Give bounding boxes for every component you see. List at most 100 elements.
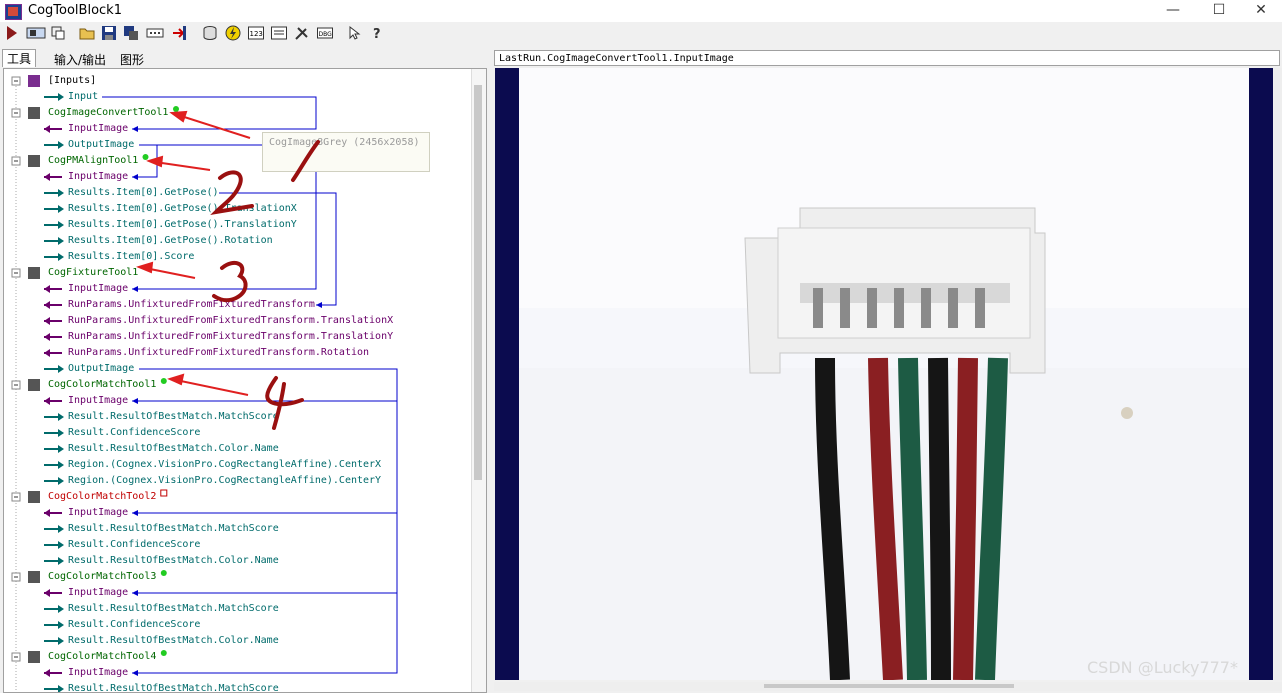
tree-input-terminal[interactable]: InputImage — [68, 393, 128, 409]
database-icon[interactable] — [202, 25, 218, 41]
svg-text:?: ? — [373, 27, 381, 41]
tree-scrollbar-thumb[interactable] — [474, 85, 482, 480]
tree-output-terminal[interactable]: Results.Item[0].Score — [68, 249, 194, 265]
tree-input-terminal[interactable]: RunParams.UnfixturedFromFixturedTransfor… — [68, 297, 315, 313]
tree-input-terminal[interactable]: InputImage — [68, 281, 128, 297]
tree-input-terminal[interactable]: RunParams.UnfixturedFromFixturedTransfor… — [68, 345, 369, 361]
tree-output-terminal[interactable]: Region.(Cognex.VisionPro.CogRectangleAff… — [68, 473, 381, 489]
tab-tools[interactable]: 工具 — [2, 49, 37, 67]
tree-inputs-node[interactable]: [Inputs] — [48, 73, 96, 89]
arrow-head-icon — [44, 509, 50, 517]
arrow-head-icon — [44, 285, 50, 293]
tree-output-terminal[interactable]: Result.ResultOfBestMatch.MatchScore — [68, 409, 279, 425]
show-icon[interactable] — [26, 25, 46, 41]
tab-graphics[interactable]: 图形 — [120, 51, 144, 68]
maximize-button[interactable]: ☐ — [1196, 0, 1242, 22]
tree-output-terminal[interactable]: Results.Item[0].GetPose().TranslationY — [68, 217, 297, 233]
tree-input-terminal[interactable]: RunParams.UnfixturedFromFixturedTransfor… — [68, 313, 393, 329]
arrow-head-icon — [58, 221, 64, 229]
status-ok-icon — [142, 154, 149, 160]
dots-icon[interactable] — [146, 25, 164, 41]
tree-output-terminal[interactable]: Result.ResultOfBestMatch.Color.Name — [68, 633, 279, 649]
tree-tool-node[interactable]: CogColorMatchTool2 — [48, 489, 156, 505]
tree-output-terminal[interactable]: OutputImage — [68, 137, 134, 153]
arrow-head-icon — [58, 525, 64, 533]
tree-output-terminal[interactable]: OutputImage — [68, 361, 134, 377]
run-icon[interactable] — [4, 25, 20, 41]
link-arrow-icon — [132, 398, 138, 404]
tree-tool-node[interactable]: CogColorMatchTool1 — [48, 377, 156, 393]
tree-tool-node[interactable]: CogPMAlignTool1 — [48, 153, 138, 169]
image-panel-header: LastRun.CogImageConvertTool1.InputImage — [494, 50, 1280, 66]
tree-output-terminal[interactable]: Result.ConfidenceScore — [68, 537, 200, 553]
save-as-icon[interactable] — [123, 25, 139, 41]
arrow-head-icon — [58, 621, 64, 629]
status-ok-icon — [160, 378, 167, 384]
lightning-icon[interactable] — [225, 25, 241, 41]
tree-output-terminal[interactable]: Result.ConfidenceScore — [68, 425, 200, 441]
123-icon[interactable]: 123 — [248, 25, 264, 41]
arrow-head-icon — [44, 397, 50, 405]
connector-image — [519, 68, 1249, 680]
image-display[interactable] — [495, 68, 1273, 680]
arrow-head-icon — [44, 589, 50, 597]
tree-tool-node[interactable]: CogFixtureTool1 — [48, 265, 138, 281]
tree-input-terminal[interactable]: InputImage — [68, 169, 128, 185]
minimize-button[interactable]: — — [1150, 0, 1196, 22]
tree-input-terminal[interactable]: InputImage — [68, 121, 128, 137]
tree-output-terminal[interactable]: Result.ResultOfBestMatch.Color.Name — [68, 441, 279, 457]
tab-strip: 工具 输入/输出 图形 — [0, 49, 490, 68]
arrow-head-icon — [58, 205, 64, 213]
tooltip: CogImage8Grey (2456x2058) — [262, 132, 430, 172]
tree-output-terminal[interactable]: Result.ResultOfBestMatch.Color.Name — [68, 553, 279, 569]
debug-icon[interactable]: DBG — [317, 25, 333, 41]
link-arrow-icon — [132, 510, 138, 516]
tool-icon — [28, 571, 40, 583]
tree-output-terminal[interactable]: Results.Item[0].GetPose().TranslationX — [68, 201, 297, 217]
arrow-head-icon — [58, 93, 64, 101]
tree-input-terminal[interactable]: InputImage — [68, 585, 128, 601]
tree-input-terminal[interactable]: InputImage — [68, 665, 128, 681]
tool-icon — [28, 379, 40, 391]
status-ok-icon — [160, 650, 167, 656]
arrow-head-icon — [58, 637, 64, 645]
image-hscrollbar-thumb[interactable] — [764, 684, 1014, 688]
image-icon[interactable] — [271, 25, 287, 41]
cursor-icon[interactable] — [347, 25, 363, 41]
tree-output-terminal[interactable]: Region.(Cognex.VisionPro.CogRectangleAff… — [68, 457, 381, 473]
image-scrollbar[interactable] — [1274, 68, 1282, 680]
arrow-head-icon — [58, 365, 64, 373]
tree-tool-node[interactable]: CogImageConvertTool1 — [48, 105, 168, 121]
arrow-head-icon — [58, 445, 64, 453]
tree-output-terminal[interactable]: Results.Item[0].GetPose().Rotation — [68, 233, 273, 249]
tree-output-terminal[interactable]: Result.ResultOfBestMatch.MatchScore — [68, 521, 279, 537]
tree-output-terminal[interactable]: Result.ResultOfBestMatch.MatchScore — [68, 601, 279, 617]
tree-input-terminal[interactable]: InputImage — [68, 505, 128, 521]
pin-icon[interactable] — [50, 25, 66, 41]
flag-icon[interactable] — [171, 25, 187, 41]
tree-tool-node[interactable]: CogColorMatchTool4 — [48, 649, 156, 665]
close-button[interactable]: ✕ — [1238, 0, 1282, 22]
arrow-head-icon — [58, 429, 64, 437]
tools-icon[interactable] — [294, 25, 310, 41]
status-ok-icon — [173, 106, 179, 112]
help-icon[interactable]: ? — [370, 25, 386, 41]
tree-tool-node[interactable]: CogColorMatchTool3 — [48, 569, 156, 585]
tree-output-terminal[interactable]: Results.Item[0].GetPose() — [68, 185, 219, 201]
tree-output-terminal[interactable]: Input — [68, 89, 98, 105]
status-ok-icon — [160, 570, 167, 576]
tree-input-terminal[interactable]: RunParams.UnfixturedFromFixturedTransfor… — [68, 329, 393, 345]
arrow-head-icon — [58, 413, 64, 421]
tab-input-output[interactable]: 输入/输出 — [54, 51, 106, 68]
open-icon[interactable] — [79, 25, 95, 41]
svg-text:123: 123 — [250, 30, 263, 38]
link-arrow-icon — [132, 174, 138, 180]
arrow-head-icon — [58, 189, 64, 197]
tree-output-terminal[interactable]: Result.ResultOfBestMatch.MatchScore — [68, 681, 279, 692]
tool-icon — [28, 651, 40, 663]
svg-text:DBG: DBG — [319, 31, 333, 38]
tool-icon — [28, 267, 40, 279]
save-icon[interactable] — [101, 25, 117, 41]
status-error-icon — [160, 489, 168, 497]
tree-output-terminal[interactable]: Result.ConfidenceScore — [68, 617, 200, 633]
